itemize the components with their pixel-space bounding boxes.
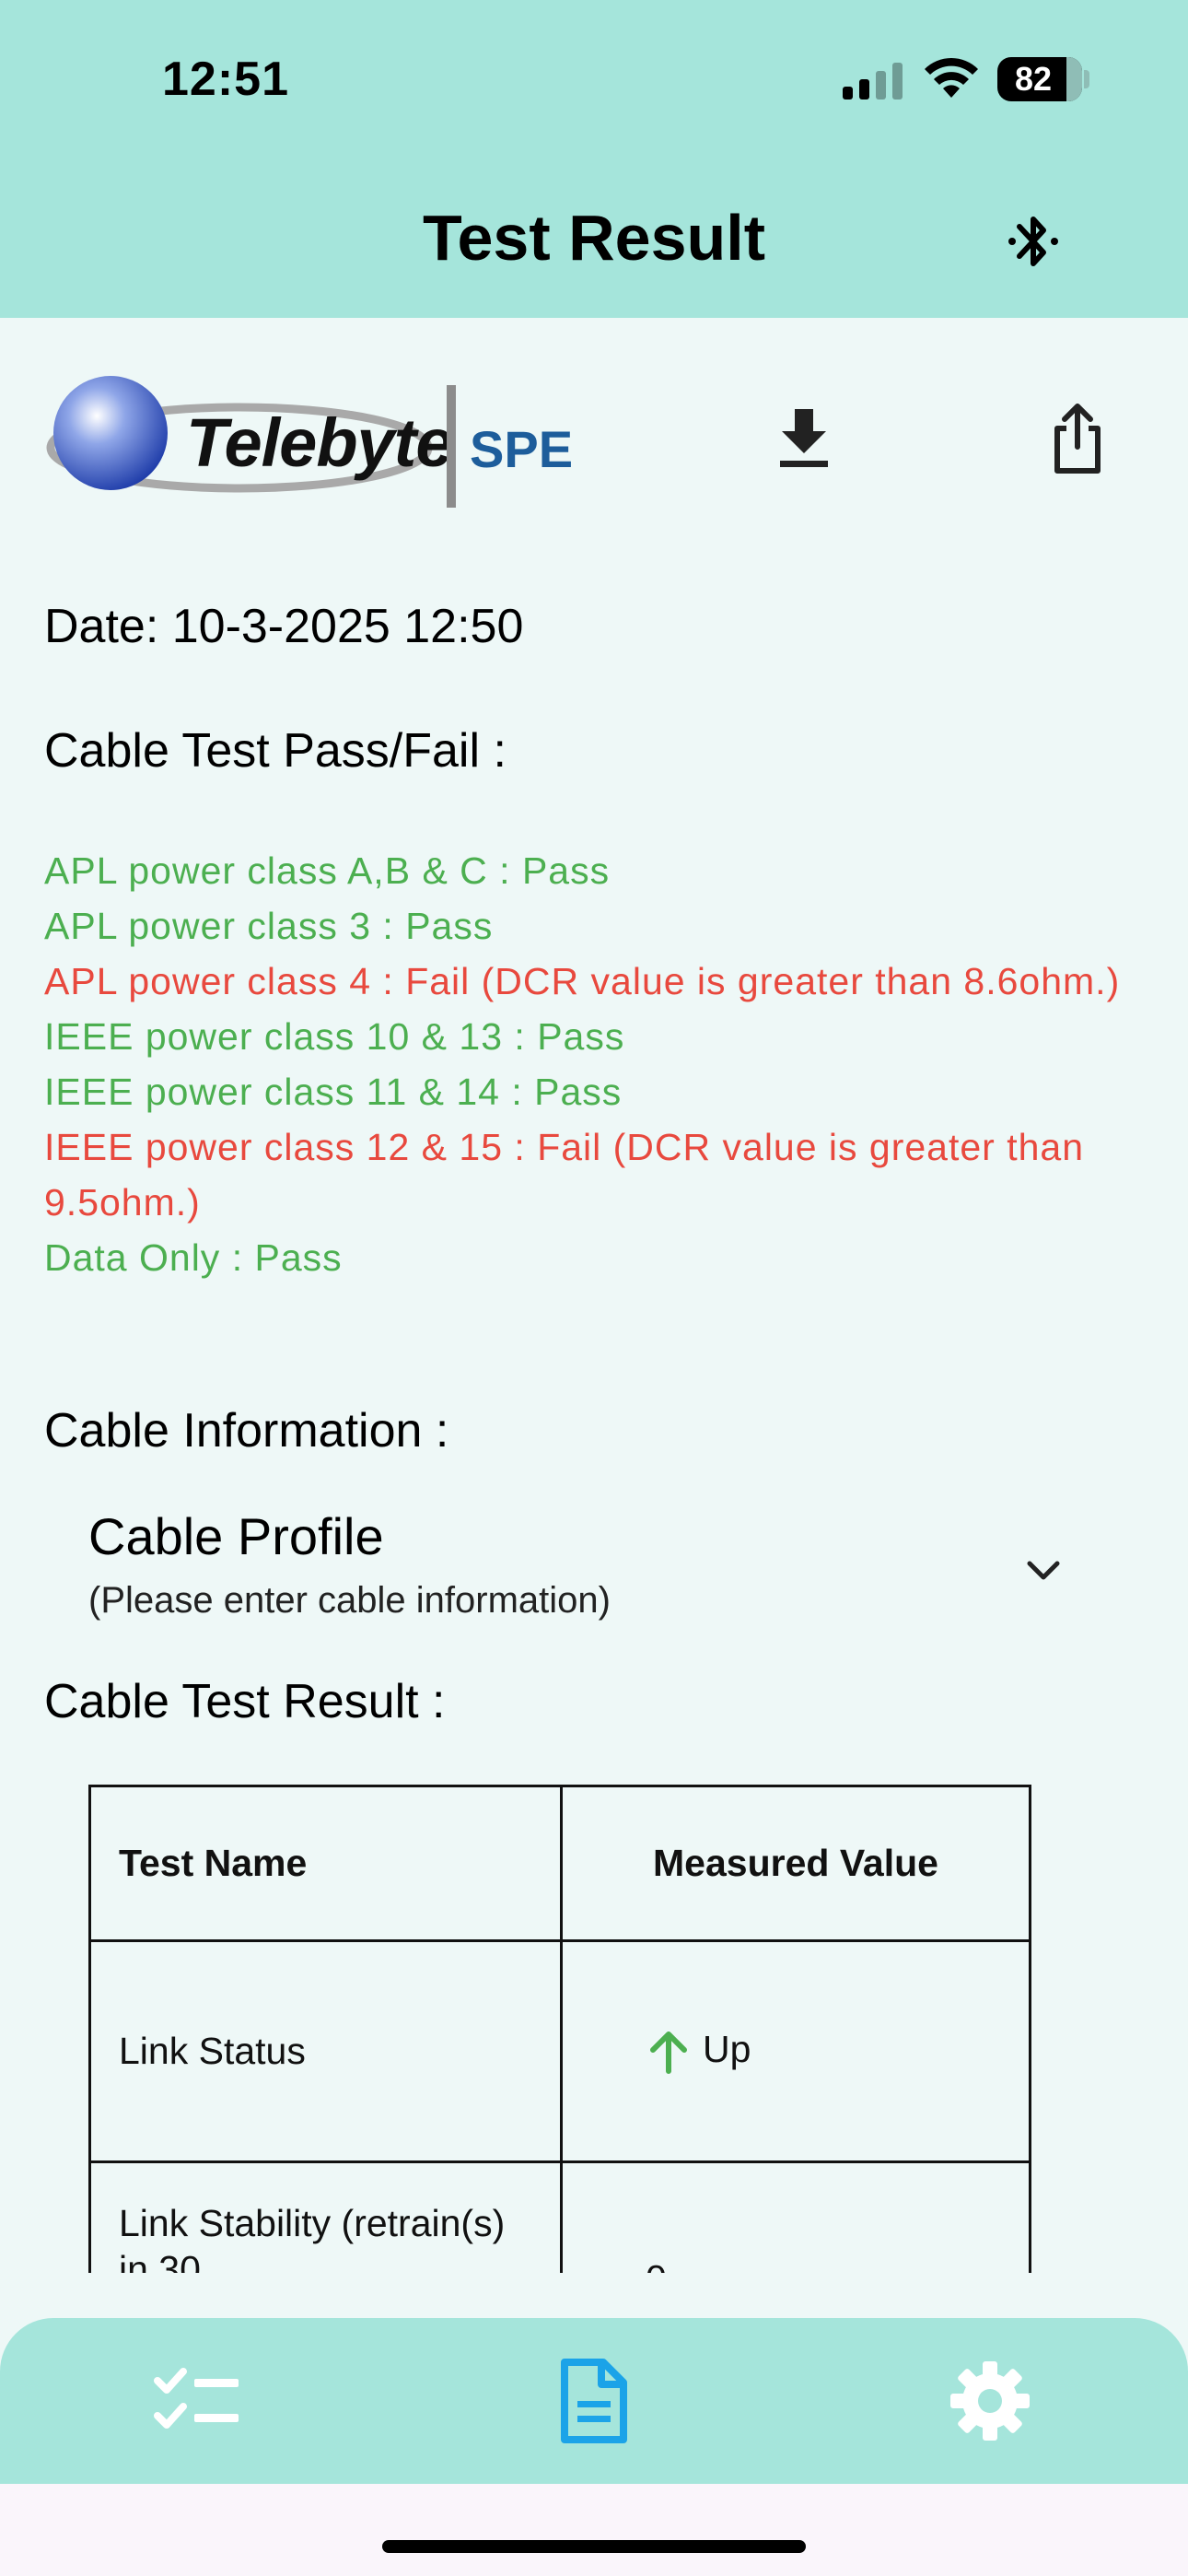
telebyte-logo: Telebyte SPE xyxy=(46,369,573,508)
gear-icon xyxy=(950,2361,1030,2441)
link-status-value: Up xyxy=(703,2027,751,2070)
chevron-down-icon[interactable] xyxy=(1025,1558,1062,1584)
result-apl-abc: APL power class A,B & C : Pass xyxy=(44,849,611,892)
table-row: Link Stability (retrain(s) in 30 0 xyxy=(88,2160,1031,2273)
logo-divider xyxy=(447,385,456,508)
home-indicator-area xyxy=(0,2484,1188,2576)
app-header: 12:51 82 Test Result xyxy=(0,0,1188,318)
arrow-up-icon xyxy=(650,2032,687,2075)
result-ieee-10-13: IEEE power class 10 & 13 : Pass xyxy=(44,1015,625,1058)
tab-settings[interactable] xyxy=(898,2318,1082,2484)
cable-profile-title: Cable Profile xyxy=(88,1507,384,1565)
table-row: Link Status Up xyxy=(88,1939,1031,2163)
checklist-icon xyxy=(154,2368,239,2429)
logo-wordmark: Telebyte xyxy=(186,404,453,481)
cell-measured-value: 0 xyxy=(560,2160,1031,2273)
pass-fail-heading: Cable Test Pass/Fail : xyxy=(44,724,507,778)
report-content[interactable]: Telebyte SPE Date: 10-3-2025 12:50 Cable… xyxy=(0,318,1188,2273)
logo-product: SPE xyxy=(470,420,574,478)
pass-fail-list: APL power class A,B & C : Pass APL power… xyxy=(44,843,1149,1285)
battery-icon: 82 xyxy=(997,57,1082,101)
cable-result-heading: Cable Test Result : xyxy=(44,1675,446,1728)
column-measured-value: Measured Value xyxy=(560,1785,1031,1942)
column-test-name: Test Name xyxy=(88,1785,563,1942)
cell-measured-value: Up xyxy=(560,1939,1031,2163)
bottom-tab-bar xyxy=(0,2318,1188,2484)
test-date: Date: 10-3-2025 12:50 xyxy=(44,600,524,653)
battery-level: 82 xyxy=(1014,60,1053,98)
share-icon[interactable] xyxy=(1050,401,1105,474)
result-ieee-12-15: IEEE power class 12 & 15 : Fail (DCR val… xyxy=(44,1126,1085,1224)
wifi-icon xyxy=(925,57,978,98)
cable-info-heading: Cable Information : xyxy=(44,1404,449,1458)
cable-result-table: Test Name Measured Value Link Status Up … xyxy=(88,1785,1031,2273)
tab-report[interactable] xyxy=(502,2318,686,2484)
result-apl-3: APL power class 3 : Pass xyxy=(44,905,494,947)
cell-test-name: Link Stability (retrain(s) in 30 xyxy=(88,2160,563,2273)
result-apl-4: APL power class 4 : Fail (DCR value is g… xyxy=(44,960,1121,1002)
table-header-row: Test Name Measured Value xyxy=(88,1785,1031,1942)
cellular-signal-icon xyxy=(843,63,903,100)
home-indicator[interactable] xyxy=(382,2540,806,2553)
cell-test-name: Link Status xyxy=(88,1939,563,2163)
cable-profile-hint: (Please enter cable information) xyxy=(88,1580,611,1621)
status-bar: 12:51 82 xyxy=(0,0,1188,161)
bluetooth-icon[interactable] xyxy=(1007,210,1060,273)
result-data-only: Data Only : Pass xyxy=(44,1236,343,1279)
result-ieee-11-14: IEEE power class 11 & 14 : Pass xyxy=(44,1071,623,1113)
document-icon xyxy=(561,2359,627,2443)
tab-checklist[interactable] xyxy=(106,2318,290,2484)
download-icon[interactable] xyxy=(776,405,832,470)
status-time: 12:51 xyxy=(162,53,289,106)
